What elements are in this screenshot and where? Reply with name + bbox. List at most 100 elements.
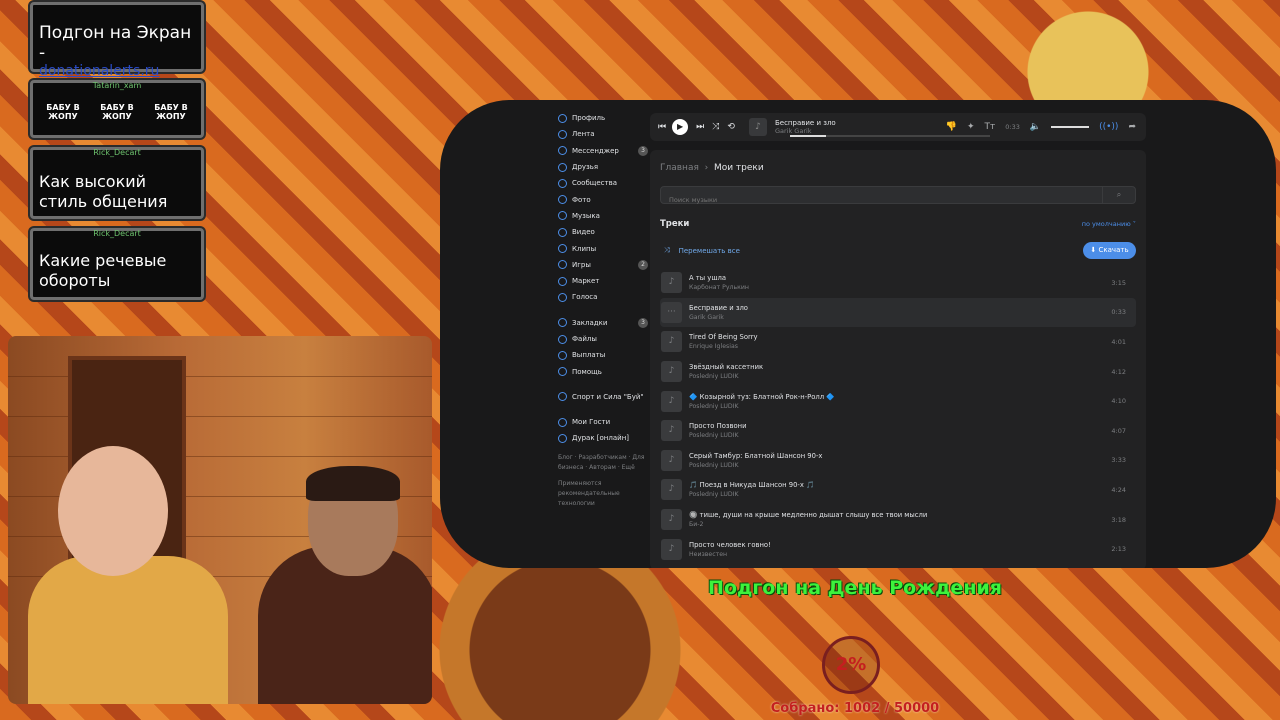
- track-artist[interactable]: Би-2: [689, 521, 927, 528]
- sidebar-item[interactable]: Видео: [558, 224, 648, 240]
- music-note-icon[interactable]: ♪: [661, 361, 682, 383]
- sidebar-item[interactable]: Лента: [558, 126, 648, 142]
- nav-icon: [558, 178, 567, 188]
- audio-player: ⏮ ▶ ⏭ ⤨ ⟲ ♪ Бесправие и зло Garik Garik …: [650, 113, 1146, 141]
- previous-icon[interactable]: ⏮: [658, 122, 666, 132]
- track-row[interactable]: ··· Бесправие и зло Garik Garik 0:33: [660, 297, 1136, 328]
- track-row[interactable]: ♪ Tired Of Being Sorry Enrique Iglesias 4:0…: [660, 327, 1136, 357]
- track-artist[interactable]: Posledniy LUDIK: [689, 462, 822, 469]
- breadcrumb-home[interactable]: Главная: [660, 163, 699, 173]
- chat-username: Tatarin_xam: [92, 81, 142, 90]
- track-row[interactable]: ♪ Серый Тамбур: Блатной Шансон 90-х Posled…: [660, 446, 1136, 476]
- chat-card: Rick_Decart Какие речевые обороты: [30, 228, 204, 300]
- music-note-icon[interactable]: ♪: [661, 449, 682, 471]
- track-artist[interactable]: Неизвестен: [689, 551, 771, 558]
- sidebar-item[interactable]: Мои Гости: [558, 414, 648, 430]
- download-button[interactable]: ⬇ Скачать: [1083, 242, 1136, 259]
- group-icon: [558, 392, 567, 402]
- sidebar-item[interactable]: Фото: [558, 191, 648, 207]
- person-right: [258, 466, 432, 704]
- sidebar-item-label: Игры: [572, 260, 591, 269]
- sidebar-item[interactable]: Файлы: [558, 331, 648, 347]
- track-artist[interactable]: Posledniy LUDIK: [689, 403, 835, 410]
- track-title: 🔘 тише, души на крыше медленно дышат слы…: [689, 511, 928, 520]
- shuffle-all-button[interactable]: ⤨ Перемешать все: [664, 246, 740, 255]
- search-icon[interactable]: ⌕: [1102, 187, 1135, 203]
- track-artist[interactable]: Posledniy LUDIK: [689, 373, 763, 380]
- track-title: Просто Позвони: [689, 422, 747, 431]
- sidebar-item-label: Закладки: [572, 318, 608, 327]
- track-artist[interactable]: Posledniy LUDIK: [689, 491, 815, 498]
- track-row[interactable]: ♪ 🔘 тише, души на крыше медленно дышат сл…: [660, 505, 1136, 535]
- lyrics-icon[interactable]: Tт: [985, 122, 996, 132]
- donation-link[interactable]: donationalerts.ru: [33, 63, 201, 79]
- music-note-icon[interactable]: ♪: [661, 538, 682, 560]
- sidebar-item-label: Друзья: [572, 163, 599, 172]
- sidebar-item-label: Сообщества: [572, 179, 618, 188]
- track-row[interactable]: ♪ 🔷 Козырной туз: Блатной Рок-н-Ролл 🔷 Pos…: [660, 386, 1136, 416]
- breadcrumb-current: Мои треки: [713, 163, 764, 173]
- sidebar-item-label: Видео: [572, 228, 595, 237]
- nav-icon: [558, 417, 567, 427]
- sparkle-icon[interactable]: ✦: [967, 122, 975, 132]
- track-artist[interactable]: Posledniy LUDIK: [689, 432, 747, 439]
- shuffle-icon[interactable]: ⤨: [712, 122, 719, 132]
- track-row[interactable]: ♪ Просто Позвони Posledniy LUDIK 4:07: [660, 416, 1136, 446]
- track-title: Tired Of Being Sorry: [689, 333, 758, 342]
- search-input[interactable]: [661, 192, 1107, 208]
- track-row[interactable]: ♪ 🎵 Поезд в Никуда Шансон 90-х 🎵 Posledniy…: [660, 475, 1136, 505]
- track-row[interactable]: ♪ Просто человек говно! Неизвестен 2:13: [660, 534, 1136, 564]
- track-row[interactable]: ♪ А ты ушла Карбонат Рулькин 3:15: [660, 268, 1136, 298]
- music-note-icon[interactable]: ♪: [661, 331, 682, 353]
- sidebar-item[interactable]: Друзья: [558, 159, 648, 175]
- music-note-icon[interactable]: ♪: [661, 420, 682, 442]
- browser-window: Профиль Лента Мессенджер 3 Друзья Сообщества Ф…: [440, 100, 1276, 568]
- sidebar-item[interactable]: Музыка: [558, 208, 648, 224]
- dislike-icon[interactable]: 👎: [946, 122, 957, 132]
- chevron-right-icon: ›: [701, 163, 712, 173]
- music-note-icon[interactable]: ♪: [661, 390, 682, 412]
- music-note-icon[interactable]: ♪: [661, 509, 682, 531]
- now-playing-title: Бесправие и зло: [774, 119, 836, 127]
- progress-bar[interactable]: [790, 135, 990, 137]
- sidebar-footer-links[interactable]: Блог · Разработчикам · Для бизнеса · Авт…: [558, 453, 648, 473]
- sidebar-item[interactable]: Помощь: [558, 363, 648, 379]
- sidebar-item[interactable]: Дурак [онлайн]: [558, 430, 648, 446]
- nav-icon: [558, 433, 567, 443]
- nav-icon: [558, 292, 567, 302]
- volume-slider[interactable]: [1051, 126, 1090, 128]
- sidebar-item-group[interactable]: Спорт и Сила "Буй": [558, 389, 648, 405]
- repeat-icon[interactable]: ⟲: [727, 122, 735, 132]
- next-icon[interactable]: ⏭: [696, 122, 704, 132]
- track-artist[interactable]: Garik Garik: [689, 314, 748, 321]
- track-artist[interactable]: Enrique Iglesias: [689, 343, 758, 350]
- share-icon[interactable]: ➦: [1128, 122, 1136, 132]
- sidebar-item[interactable]: Игры 2: [558, 257, 648, 273]
- track-duration: 3:15: [1111, 278, 1126, 287]
- sidebar-item[interactable]: Маркет: [558, 273, 648, 289]
- volume-icon[interactable]: 🔈: [1030, 122, 1041, 132]
- playing-indicator-icon[interactable]: ···: [661, 301, 682, 323]
- nav-icon: [558, 227, 567, 237]
- sidebar-item[interactable]: Мессенджер 3: [558, 143, 648, 159]
- person-left: [28, 446, 228, 704]
- sidebar-item[interactable]: Клипы: [558, 240, 648, 256]
- sort-dropdown[interactable]: по умолчанию ˅: [1082, 220, 1136, 228]
- donation-title: Подгон на Экран -: [39, 23, 192, 63]
- track-artist[interactable]: Карбонат Рулькин: [689, 284, 749, 291]
- sidebar-item-label: Музыка: [572, 211, 600, 220]
- sidebar-item[interactable]: Сообщества: [558, 175, 648, 191]
- track-row[interactable]: ♪ Звёздный кассетник Posledniy LUDIK 4:12: [660, 357, 1136, 387]
- sticker: БАБУ В ЖОПУ: [154, 103, 188, 121]
- sidebar-item[interactable]: Закладки 3: [558, 315, 648, 331]
- sidebar-item[interactable]: Профиль: [558, 110, 648, 126]
- track-title: Звёздный кассетник: [689, 363, 764, 372]
- play-button[interactable]: ▶: [672, 119, 689, 135]
- sidebar-item[interactable]: Голоса: [558, 289, 648, 305]
- music-note-icon[interactable]: ♪: [661, 272, 682, 294]
- nav-icon: [558, 244, 567, 254]
- now-playing: Бесправие и зло Garik Garik: [775, 119, 935, 135]
- sidebar-item[interactable]: Выплаты: [558, 347, 648, 363]
- broadcast-icon[interactable]: ((•)): [1099, 122, 1118, 132]
- music-note-icon[interactable]: ♪: [661, 479, 682, 501]
